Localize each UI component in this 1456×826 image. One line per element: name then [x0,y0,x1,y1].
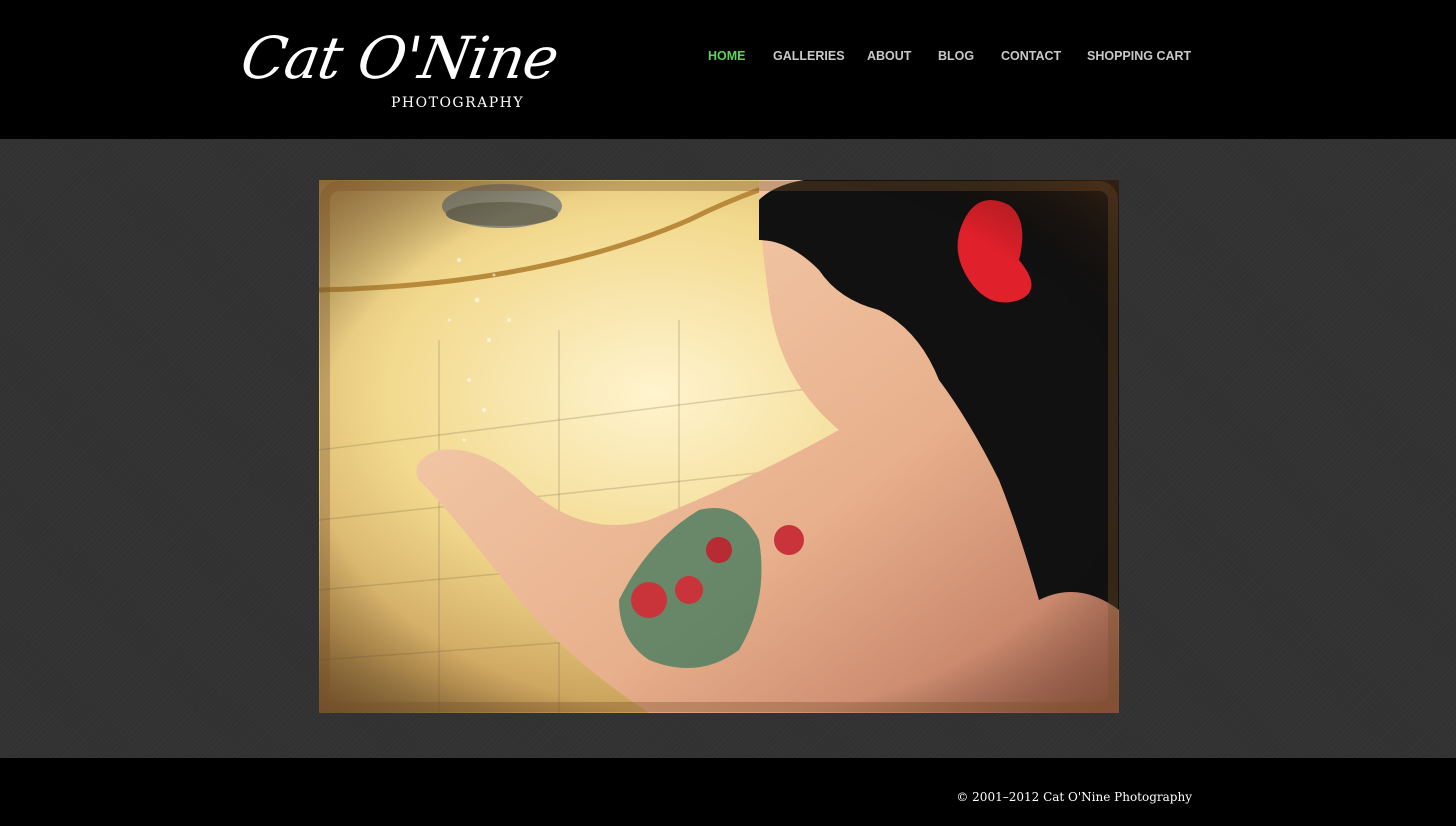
site-footer: © 2001–2012 Cat O'Nine Photography [0,758,1456,826]
copyright-text: © 2001–2012 Cat O'Nine Photography [956,790,1192,804]
featured-photo[interactable] [319,180,1119,713]
nav-shopping-cart[interactable]: SHOPPING CART [1087,49,1191,63]
site-logo[interactable]: Cat O'Nine PHOTOGRAPHY [236,24,563,114]
nav-contact[interactable]: CONTACT [1001,49,1061,63]
site-header: Cat O'Nine PHOTOGRAPHY HOME GALLERIES AB… [0,0,1456,139]
nav-blog[interactable]: BLOG [938,49,974,63]
logo-tagline: PHOTOGRAPHY [391,95,525,111]
featured-photo-image [319,180,1119,713]
nav-about[interactable]: ABOUT [867,49,911,63]
main-nav: HOME GALLERIES ABOUT BLOG CONTACT SHOPPI… [0,49,1456,69]
nav-home[interactable]: HOME [708,49,746,63]
main-content [0,139,1456,758]
nav-galleries[interactable]: GALLERIES [773,49,845,63]
